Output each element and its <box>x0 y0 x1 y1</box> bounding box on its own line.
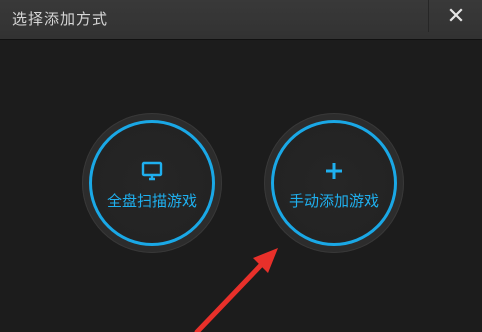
manual-add-button[interactable]: 手动添加游戏 <box>264 113 404 253</box>
button-ring <box>89 120 215 246</box>
full-disk-scan-label: 全盘扫描游戏 <box>106 192 197 210</box>
close-icon <box>449 8 463 22</box>
manual-add-label: 手动添加游戏 <box>288 192 379 210</box>
title-bar: 选择添加方式 <box>0 0 482 40</box>
close-button[interactable] <box>428 0 482 32</box>
monitor-icon <box>141 161 163 181</box>
full-disk-scan-button[interactable]: 全盘扫描游戏 <box>82 113 222 253</box>
plus-icon <box>326 163 342 179</box>
button-ring <box>271 120 397 246</box>
add-method-dialog: 选择添加方式 全盘扫描游戏 手动添加游戏 <box>0 0 482 332</box>
dialog-title: 选择添加方式 <box>12 10 109 28</box>
dialog-content <box>0 40 482 332</box>
